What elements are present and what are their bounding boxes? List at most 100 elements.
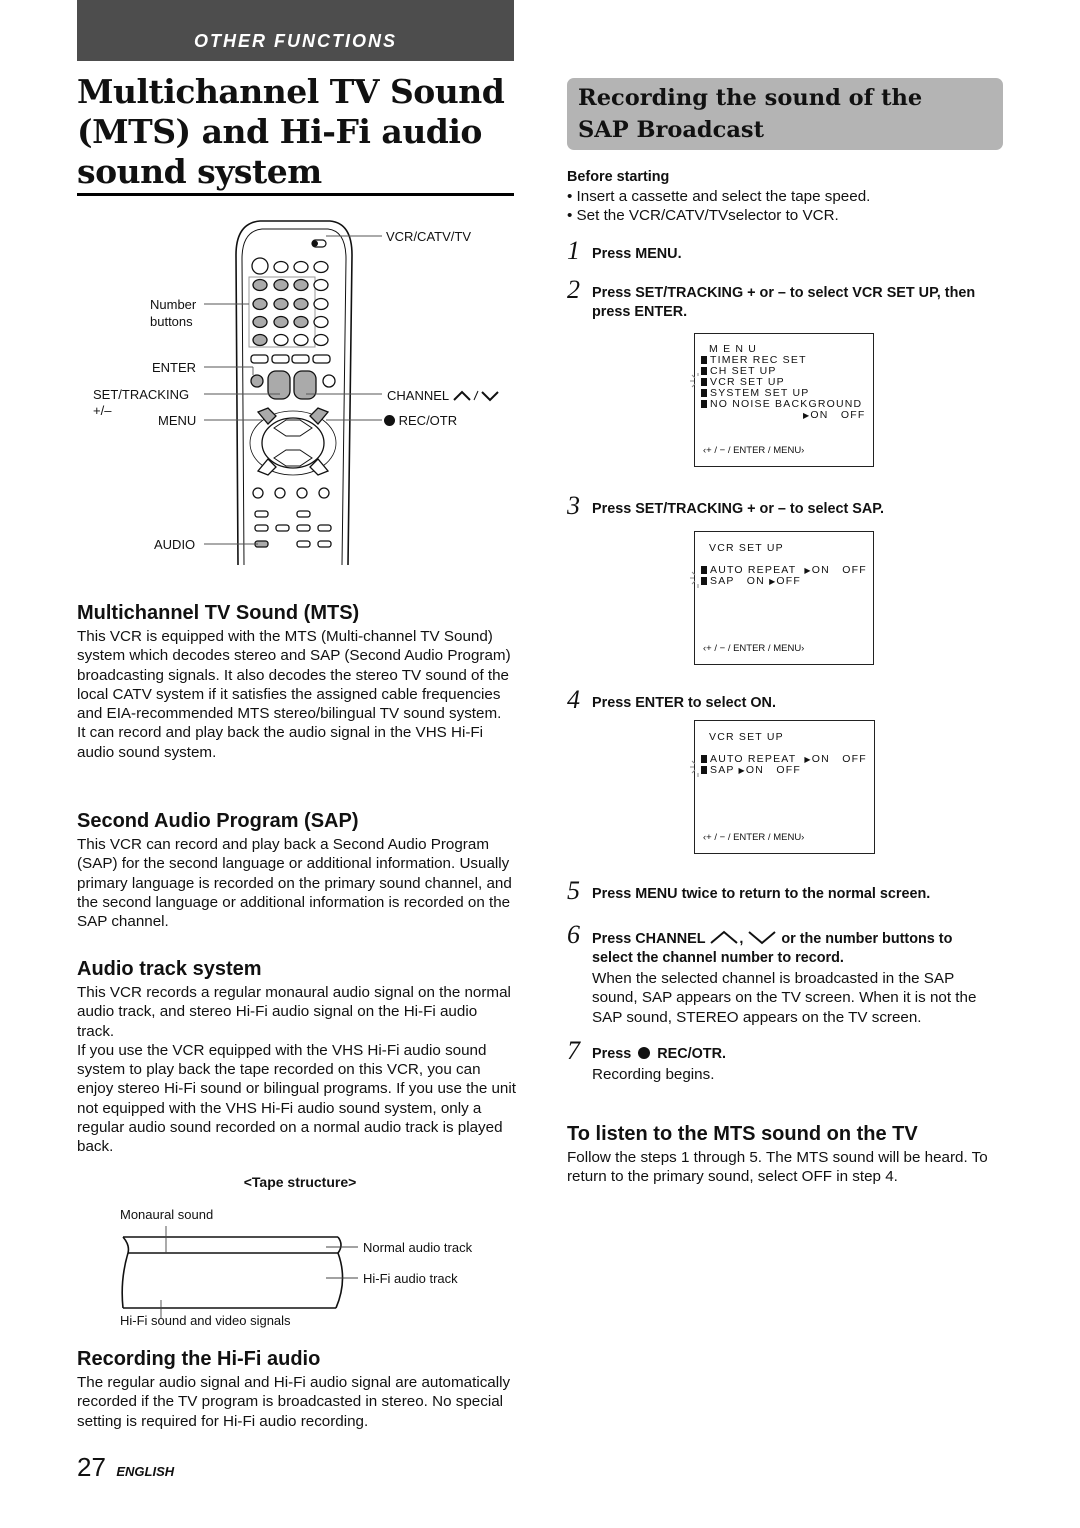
record-dot-icon: [384, 415, 395, 426]
blink-rays-icon: [690, 571, 699, 588]
footer-language: ENGLISH: [116, 1464, 175, 1479]
option-off: OFF: [840, 409, 866, 421]
bullet-icon: [701, 356, 707, 364]
label-enter: ENTER: [152, 360, 197, 375]
section-heading: Multichannel TV Sound (MTS): [77, 602, 360, 624]
channel-up-down-icon: [453, 390, 499, 402]
page-number: 27: [77, 1452, 106, 1482]
option-off: OFF: [842, 564, 867, 576]
section-label: OTHER FUNCTIONS: [194, 31, 397, 51]
screen-title: VCR SET UP: [709, 542, 784, 554]
option-on: ON: [746, 575, 765, 587]
page-footer: 27 ENGLISH: [77, 1452, 174, 1483]
channel-up-icon: [710, 930, 738, 944]
section-paragraph: The regular audio signal and Hi-Fi audio…: [77, 1374, 511, 1430]
tv-screen-menu: M E N U TIMER REC SET CH SET UP VCR SET …: [690, 333, 874, 467]
step-number: 3: [567, 491, 580, 520]
bullet-text: Insert a cassette and select the tape sp…: [576, 188, 871, 205]
blink-rays-icon: [690, 373, 699, 388]
option-on: ON: [811, 564, 830, 576]
option-off: OFF: [776, 575, 802, 587]
step-note: When the selected channel is broadcasted…: [592, 970, 977, 1026]
screen-nav-hint: ‹+ / − / ENTER / MENU›: [703, 643, 805, 654]
step-text: Press SET/TRACKING + or – to select VCR …: [592, 285, 976, 320]
step-number: 7: [567, 1036, 580, 1065]
label-rec-otr: REC/OTR: [384, 413, 457, 428]
selection-arrow-icon: ▶: [738, 766, 746, 775]
step-text-part: REC/OTR.: [657, 1046, 726, 1062]
label-normal-audio-track: Normal audio track: [363, 1240, 473, 1255]
step-text: Press MENU.: [592, 246, 682, 262]
label-plus-minus: +/–: [93, 403, 112, 418]
before-starting: Before starting • Insert a cassette and …: [567, 168, 1007, 226]
remote-diagram: VCR/CATV/TV Number buttons ENTER SET/TRA…: [93, 215, 520, 570]
step-number: 2: [567, 275, 580, 304]
section-paragraph: If you use the VCR equipped with the VHS…: [77, 1041, 516, 1156]
step-number: 1: [567, 236, 580, 265]
label-vcr-catv-tv: VCR/CATV/TV: [386, 229, 471, 244]
section-paragraph: This VCR can record and play back a Seco…: [77, 836, 512, 931]
label-number-buttons: Number: [150, 297, 197, 312]
step-text: Press CHANNEL , or the number buttons to…: [592, 930, 953, 966]
option-off: OFF: [776, 764, 802, 776]
step-text: Press ENTER to select ON.: [592, 695, 776, 711]
before-starting-title: Before starting: [567, 169, 670, 185]
section-mts: Multichannel TV Sound (MTS) This VCR is …: [77, 601, 517, 762]
before-starting-bullet: • Set the VCR/CATV/TVselector to VCR.: [567, 207, 839, 225]
tape-diagram: <Tape structure> Monaural sound Normal a…: [100, 1170, 520, 1330]
option-on: ON: [745, 764, 765, 776]
section-recording-hifi: Recording the Hi-Fi audio The regular au…: [77, 1347, 517, 1431]
section-heading: Second Audio Program (SAP): [77, 810, 359, 832]
setting-sap: SAP ON ▶OFF: [701, 576, 801, 587]
title-divider: [77, 193, 514, 196]
label-monaural-sound: Monaural sound: [120, 1207, 214, 1222]
label-menu: MENU: [158, 413, 197, 428]
bullet-icon: [701, 389, 707, 397]
step-number: 4: [567, 685, 580, 714]
step-text-part: select the channel number to record.: [592, 950, 844, 966]
step-text-part: or the number buttons to: [781, 931, 953, 947]
label-rec-otr-text: REC/OTR: [398, 413, 458, 428]
setting-sap: SAP ▶ON OFF: [701, 765, 801, 776]
screen-nav-hint: ‹+ / − / ENTER / MENU›: [703, 445, 805, 456]
screen-nav-hint: ‹+ / − / ENTER / MENU›: [703, 832, 805, 843]
bullet-icon: [701, 400, 707, 408]
section-banner: OTHER FUNCTIONS: [77, 0, 514, 61]
step-text-part: Press CHANNEL: [592, 931, 706, 947]
label-audio: AUDIO: [154, 537, 196, 552]
record-dot-icon: [638, 1047, 651, 1059]
section-heading: Audio track system: [77, 958, 262, 980]
step-number: 6: [567, 920, 580, 949]
section-paragraph: This VCR is equipped with the MTS (Multi…: [77, 628, 511, 723]
selection-arrow-icon: ▶: [804, 566, 812, 575]
selection-arrow-icon: ▶: [804, 755, 812, 764]
label-hifi-sound-video: Hi-Fi sound and video signals: [120, 1313, 291, 1328]
section-listen-mts: To listen to the MTS sound on the TV Fol…: [567, 1122, 1007, 1187]
step-text-part: Press: [592, 1046, 632, 1062]
section-heading: To listen to the MTS sound on the TV: [567, 1123, 918, 1145]
step-note: Recording begins.: [592, 1066, 715, 1083]
label-channel: CHANNEL: [387, 388, 502, 403]
step-text: Press REC/OTR.: [592, 1045, 726, 1064]
tv-screen-vcr-setup-sap-on: VCR SET UP AUTO REPEAT ▶ON OFF SAP ▶ON O…: [690, 720, 875, 854]
before-starting-bullet: • Insert a cassette and select the tape …: [567, 188, 871, 205]
setting-label: SAP: [710, 575, 735, 587]
label-channel-text: CHANNEL: [387, 388, 449, 403]
tv-screen-vcr-setup-sap-off: VCR SET UP AUTO REPEAT ▶ON OFF SAP ON ▶O…: [690, 531, 874, 665]
right-heading: Recording the sound of the SAP Broadcast: [578, 85, 923, 143]
section-paragraph: This VCR records a regular monaural audi…: [77, 984, 511, 1040]
label-set-tracking: SET/TRACKING: [93, 387, 190, 402]
blink-rays-icon: [690, 760, 699, 777]
section-paragraph: Follow the steps 1 through 5. The MTS so…: [567, 1149, 988, 1186]
section-paragraph: It can record and play back the audio si…: [77, 724, 484, 761]
setting-label: SAP: [710, 764, 735, 776]
bullet-text: Set the VCR/CATV/TVselector to VCR.: [576, 207, 839, 225]
section-heading: Recording the Hi-Fi audio: [77, 1348, 321, 1370]
page-title: Multichannel TV Sound (MTS) and Hi-Fi au…: [77, 72, 505, 191]
section-audio-track: Audio track system This VCR records a re…: [77, 957, 517, 1157]
step-text: Press MENU twice to return to the normal…: [592, 886, 931, 902]
option-on: ON: [811, 753, 830, 765]
screen-title: VCR SET UP: [709, 731, 784, 743]
option-off: OFF: [842, 753, 867, 765]
label-hifi-audio-track: Hi-Fi audio track: [363, 1271, 458, 1286]
